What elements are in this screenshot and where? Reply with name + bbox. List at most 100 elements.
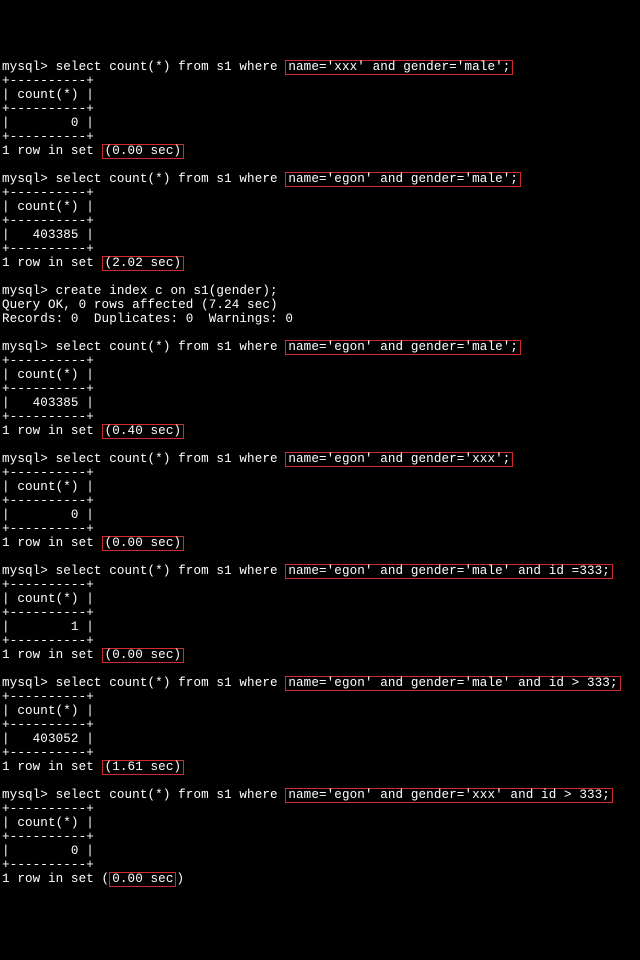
result-summary: 1 row in set (: [2, 872, 109, 886]
terminal-line: +----------+: [2, 74, 638, 88]
table-border: +----------+: [2, 214, 94, 228]
terminal-line: | 1 |: [2, 620, 638, 634]
terminal-line: mysql> select count(*) from s1 where nam…: [2, 564, 638, 578]
terminal-line: 1 row in set (0.00 sec): [2, 648, 638, 662]
table-header: | count(*) |: [2, 88, 94, 102]
where-clause-highlight: name='egon' and gender='male';: [285, 340, 521, 355]
table-border: +----------+: [2, 858, 94, 872]
table-border: +----------+: [2, 802, 94, 816]
timing-highlight: (0.00 sec): [102, 648, 185, 663]
terminal-line: mysql> select count(*) from s1 where nam…: [2, 676, 638, 690]
table-value: | 0 |: [2, 508, 94, 522]
terminal-line: | 0 |: [2, 116, 638, 130]
table-value: | 403385 |: [2, 228, 94, 242]
terminal-line: 1 row in set (2.02 sec): [2, 256, 638, 270]
where-clause-highlight: name='xxx' and gender='male';: [285, 60, 513, 75]
terminal-line: | count(*) |: [2, 200, 638, 214]
terminal-line: | 403385 |: [2, 396, 638, 410]
terminal-line: 1 row in set (1.61 sec): [2, 760, 638, 774]
table-border: +----------+: [2, 410, 94, 424]
terminal-line: 1 row in set (0.40 sec): [2, 424, 638, 438]
table-border: +----------+: [2, 130, 94, 144]
terminal-line: mysql> select count(*) from s1 where nam…: [2, 172, 638, 186]
table-border: +----------+: [2, 354, 94, 368]
table-border: +----------+: [2, 634, 94, 648]
table-border: +----------+: [2, 186, 94, 200]
sql-statement: select count(*) from s1 where: [56, 564, 286, 578]
timing-highlight: (1.61 sec): [102, 760, 185, 775]
intermezzo-line: mysql> create index c on s1(gender);: [2, 284, 278, 298]
table-border: +----------+: [2, 494, 94, 508]
terminal-line: Records: 0 Duplicates: 0 Warnings: 0: [2, 312, 638, 326]
terminal-line: 1 row in set (0.00 sec): [2, 536, 638, 550]
table-border: +----------+: [2, 382, 94, 396]
terminal-line: +----------+: [2, 242, 638, 256]
table-border: +----------+: [2, 578, 94, 592]
terminal-line: +----------+: [2, 606, 638, 620]
terminal-line: [2, 158, 638, 172]
table-header: | count(*) |: [2, 368, 94, 382]
mysql-prompt: mysql>: [2, 60, 56, 74]
timing-highlight: (2.02 sec): [102, 256, 185, 271]
timing-highlight: (0.00 sec): [102, 144, 185, 159]
table-border: +----------+: [2, 606, 94, 620]
terminal-line: +----------+: [2, 354, 638, 368]
terminal-line: | count(*) |: [2, 816, 638, 830]
sql-statement: select count(*) from s1 where: [56, 340, 286, 354]
mysql-prompt: mysql>: [2, 340, 56, 354]
terminal-line: +----------+: [2, 102, 638, 116]
terminal-line: +----------+: [2, 746, 638, 760]
terminal-line: +----------+: [2, 634, 638, 648]
terminal-line: | count(*) |: [2, 88, 638, 102]
table-border: +----------+: [2, 242, 94, 256]
terminal-line: +----------+: [2, 186, 638, 200]
terminal-line: +----------+: [2, 466, 638, 480]
timing-highlight: (0.40 sec): [102, 424, 185, 439]
mysql-prompt: mysql>: [2, 676, 56, 690]
table-border: +----------+: [2, 522, 94, 536]
table-border: +----------+: [2, 690, 94, 704]
terminal-line: +----------+: [2, 802, 638, 816]
mysql-prompt: mysql>: [2, 564, 56, 578]
result-summary: 1 row in set: [2, 760, 102, 774]
terminal-line: +----------+: [2, 690, 638, 704]
terminal-line: | 0 |: [2, 844, 638, 858]
terminal-line: +----------+: [2, 382, 638, 396]
result-summary: 1 row in set: [2, 144, 102, 158]
table-value: | 0 |: [2, 844, 94, 858]
sql-statement: select count(*) from s1 where: [56, 788, 286, 802]
table-border: +----------+: [2, 466, 94, 480]
terminal-line: [2, 326, 638, 340]
mysql-prompt: mysql>: [2, 172, 56, 186]
result-summary: 1 row in set: [2, 536, 102, 550]
table-border: +----------+: [2, 718, 94, 732]
table-border: +----------+: [2, 102, 94, 116]
table-header: | count(*) |: [2, 816, 94, 830]
terminal-line: | count(*) |: [2, 480, 638, 494]
table-header: | count(*) |: [2, 200, 94, 214]
terminal-line: [2, 662, 638, 676]
terminal-line: [2, 550, 638, 564]
intermezzo-line: Records: 0 Duplicates: 0 Warnings: 0: [2, 312, 293, 326]
sql-statement: select count(*) from s1 where: [56, 452, 286, 466]
result-summary: 1 row in set: [2, 648, 102, 662]
terminal-line: | count(*) |: [2, 368, 638, 382]
table-border: +----------+: [2, 74, 94, 88]
terminal-line: [2, 270, 638, 284]
timing-highlight: (0.00 sec): [102, 536, 185, 551]
table-border: +----------+: [2, 830, 94, 844]
table-border: +----------+: [2, 746, 94, 760]
terminal-line: | count(*) |: [2, 592, 638, 606]
terminal-line: | count(*) |: [2, 704, 638, 718]
mysql-prompt: mysql>: [2, 788, 56, 802]
intermezzo-line: Query OK, 0 rows affected (7.24 sec): [2, 298, 278, 312]
table-header: | count(*) |: [2, 592, 94, 606]
terminal-line: +----------+: [2, 858, 638, 872]
terminal-line: +----------+: [2, 718, 638, 732]
sql-statement: select count(*) from s1 where: [56, 60, 286, 74]
terminal-line: [2, 774, 638, 788]
table-header: | count(*) |: [2, 480, 94, 494]
result-summary-tail: ): [176, 872, 184, 886]
table-value: | 1 |: [2, 620, 94, 634]
terminal-line: +----------+: [2, 578, 638, 592]
